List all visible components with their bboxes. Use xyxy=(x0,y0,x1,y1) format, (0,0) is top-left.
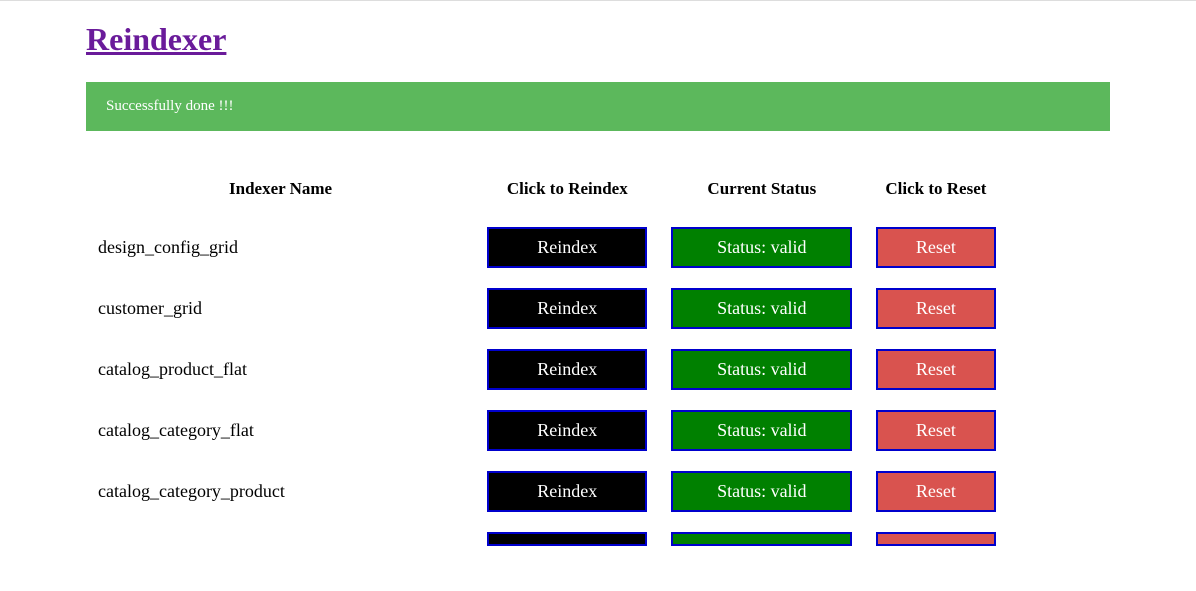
status-badge: Status: valid xyxy=(671,227,852,268)
header-click-reindex: Click to Reindex xyxy=(475,171,659,207)
reindex-button[interactable]: Reindex xyxy=(487,471,647,512)
table-row: catalog_category_flat Reindex Status: vali… xyxy=(86,410,1110,451)
table-row: customer_grid Reindex Status: valid Reset xyxy=(86,288,1110,329)
reset-button[interactable]: Reset xyxy=(876,471,995,512)
reset-button[interactable] xyxy=(876,532,995,546)
reindex-button[interactable]: Reindex xyxy=(487,410,647,451)
reset-button[interactable]: Reset xyxy=(876,349,995,390)
table-row: catalog_product_flat Reindex Status: valid… xyxy=(86,349,1110,390)
reset-button[interactable]: Reset xyxy=(876,227,995,268)
header-current-status: Current Status xyxy=(659,171,864,207)
indexer-name: customer_grid xyxy=(86,288,475,329)
indexer-name: catalog_category_product xyxy=(86,471,475,512)
page-title-link[interactable]: Reindexer xyxy=(86,21,1110,58)
header-indexer-name: Indexer Name xyxy=(86,171,475,207)
table-row: design_config_grid Reindex Status: valid Re… xyxy=(86,227,1110,268)
reindex-button[interactable]: Reindex xyxy=(487,288,647,329)
header-click-reset: Click to Reset xyxy=(864,171,1007,207)
status-badge: Status: valid xyxy=(671,410,852,451)
reindex-button[interactable]: Reindex xyxy=(487,227,647,268)
reset-button[interactable]: Reset xyxy=(876,410,995,451)
success-alert: Successfully done !!! xyxy=(86,82,1110,131)
table-row: catalog_category_product Reindex Status: v… xyxy=(86,471,1110,512)
reindex-button[interactable] xyxy=(487,532,647,546)
indexer-name: catalog_product_flat xyxy=(86,349,475,390)
status-badge xyxy=(671,532,852,546)
reset-button[interactable]: Reset xyxy=(876,288,995,329)
indexer-name: design_config_grid xyxy=(86,227,475,268)
status-badge: Status: valid xyxy=(671,471,852,512)
status-badge: Status: valid xyxy=(671,349,852,390)
reindex-button[interactable]: Reindex xyxy=(487,349,647,390)
indexer-name: catalog_category_flat xyxy=(86,410,475,451)
indexer-table: Indexer Name Click to Reindex Current St… xyxy=(86,151,1110,571)
status-badge: Status: valid xyxy=(671,288,852,329)
table-row xyxy=(86,532,1110,551)
